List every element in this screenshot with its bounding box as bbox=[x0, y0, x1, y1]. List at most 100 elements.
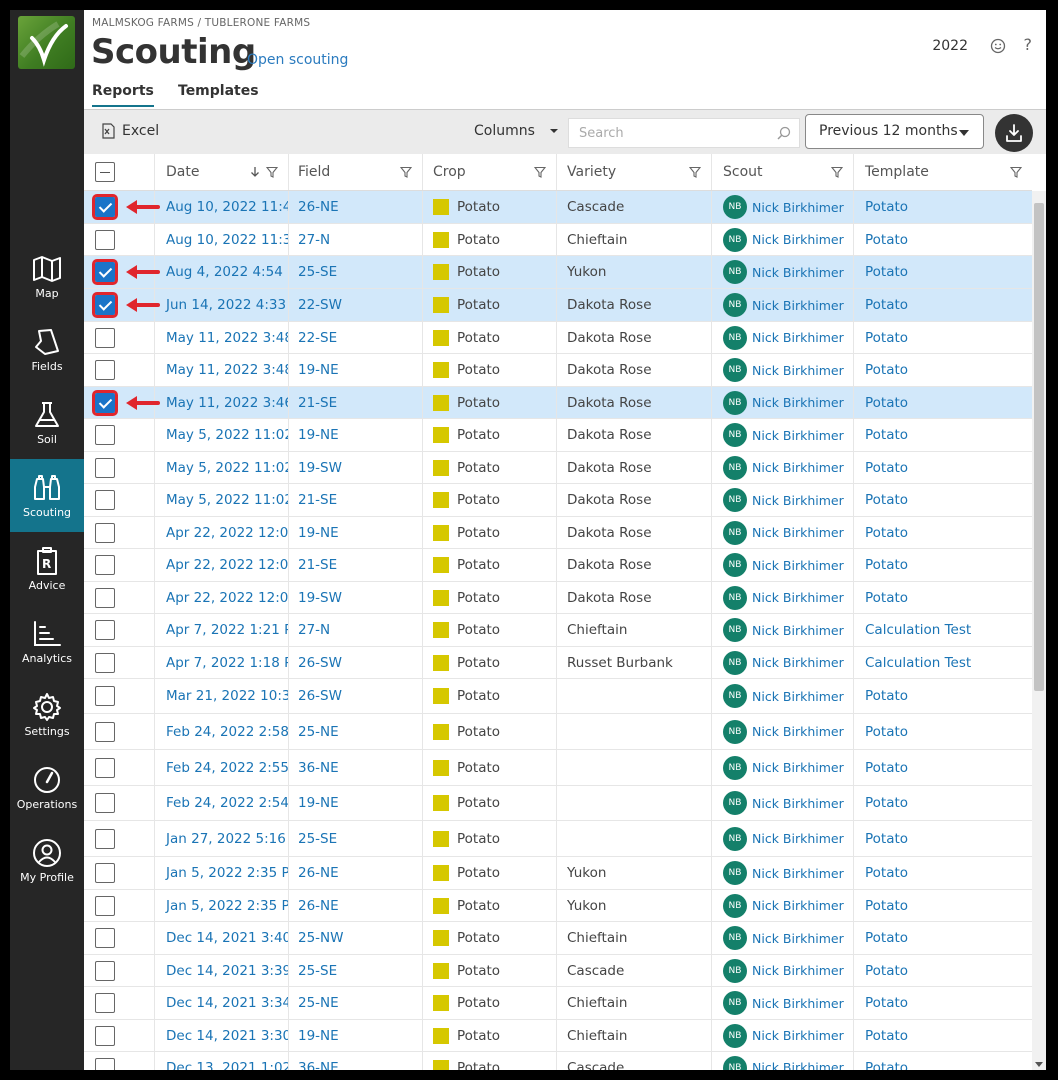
column-header-date[interactable]: Date bbox=[155, 154, 289, 190]
row-checkbox[interactable] bbox=[95, 360, 115, 380]
table-row[interactable]: May 5, 2022 11:02 AM19-SW Potato Dakota Ro… bbox=[84, 452, 1032, 484]
row-field-link[interactable]: 19-NE bbox=[289, 354, 423, 386]
search-icon[interactable] bbox=[777, 126, 791, 140]
tab-templates[interactable]: Templates bbox=[178, 83, 259, 99]
sidebar-item-settings[interactable]: Settings bbox=[10, 678, 84, 751]
row-date-link[interactable]: Feb 24, 2022 2:54 PM bbox=[155, 786, 289, 820]
row-checkbox[interactable] bbox=[95, 327, 115, 348]
row-scout[interactable]: NB Nick Birkhimer bbox=[712, 1020, 854, 1051]
row-scout[interactable]: NB Nick Birkhimer bbox=[712, 714, 854, 749]
row-date-link[interactable]: Apr 7, 2022 1:21 PM bbox=[155, 614, 289, 646]
row-scout[interactable]: NB Nick Birkhimer bbox=[712, 955, 854, 986]
table-row[interactable]: Aug 10, 2022 11:30 AM27-N Potato Chieftain… bbox=[84, 224, 1032, 256]
row-checkbox[interactable] bbox=[95, 1057, 115, 1070]
row-scout[interactable]: NB Nick Birkhimer bbox=[712, 289, 854, 321]
filter-icon[interactable] bbox=[831, 166, 843, 178]
row-template-link[interactable]: Potato bbox=[854, 549, 1032, 581]
table-row[interactable]: May 11, 2022 3:46 PM21-SE Potato Dakota Ro… bbox=[84, 387, 1032, 419]
table-row[interactable]: Dec 14, 2021 3:39 PM25-SEPotatoCascadeNB… bbox=[84, 955, 1032, 987]
row-checkbox[interactable] bbox=[95, 425, 115, 445]
row-checkbox[interactable] bbox=[95, 522, 115, 543]
row-date-link[interactable]: Dec 13, 2021 1:02 PM bbox=[155, 1052, 289, 1070]
scout-name[interactable]: Nick Birkhimer bbox=[752, 298, 844, 313]
row-date-link[interactable]: May 5, 2022 11:02 AM bbox=[155, 484, 289, 516]
row-template-link[interactable]: Potato bbox=[854, 191, 1032, 223]
table-row[interactable]: Aug 4, 2022 4:54 PM25-SE Potato Yukon NB Nic… bbox=[84, 256, 1032, 289]
scout-name[interactable]: Nick Birkhimer bbox=[752, 460, 844, 475]
scout-name[interactable]: Nick Birkhimer bbox=[752, 796, 844, 811]
row-field-link[interactable]: 25-SE bbox=[289, 821, 423, 856]
scout-name[interactable]: Nick Birkhimer bbox=[752, 898, 844, 913]
scout-name[interactable]: Nick Birkhimer bbox=[752, 232, 844, 247]
scout-name[interactable]: Nick Birkhimer bbox=[752, 363, 844, 378]
row-template-link[interactable]: Potato bbox=[854, 387, 1032, 418]
table-row[interactable]: Mar 21, 2022 10:34 AM26-SW Potato NB Nick B… bbox=[84, 679, 1032, 714]
row-template-link[interactable]: Potato bbox=[854, 750, 1032, 785]
sidebar-item-scouting[interactable]: Scouting bbox=[10, 459, 84, 532]
row-field-link[interactable]: 25-NE bbox=[289, 987, 423, 1019]
row-template-link[interactable]: Calculation Test bbox=[854, 614, 1032, 646]
row-template-link[interactable]: Calculation Test bbox=[854, 647, 1032, 678]
search-input[interactable] bbox=[569, 119, 769, 147]
row-date-link[interactable]: Aug 4, 2022 4:54 PM bbox=[155, 256, 289, 288]
sidebar-item-my-profile[interactable]: My Profile bbox=[10, 824, 84, 897]
row-scout[interactable]: NB Nick Birkhimer bbox=[712, 517, 854, 548]
row-template-link[interactable]: Potato bbox=[854, 890, 1032, 921]
row-field-link[interactable]: 27-N bbox=[289, 614, 423, 646]
tab-reports[interactable]: Reports bbox=[92, 83, 154, 107]
table-row[interactable]: Feb 24, 2022 2:55 PM36-NE Potato NB Nick Bi… bbox=[84, 750, 1032, 786]
scout-name[interactable]: Nick Birkhimer bbox=[752, 760, 844, 775]
row-field-link[interactable]: 25-SE bbox=[289, 256, 423, 288]
table-row[interactable]: Apr 7, 2022 1:21 PM27-NPotatoChieftainNB… bbox=[84, 614, 1032, 647]
row-field-link[interactable]: 22-SE bbox=[289, 322, 423, 353]
row-field-link[interactable]: 26-NE bbox=[289, 191, 423, 223]
row-template-link[interactable]: Potato bbox=[854, 1052, 1032, 1071]
scout-name[interactable]: Nick Birkhimer bbox=[752, 963, 844, 978]
table-row[interactable]: Apr 7, 2022 1:18 PM26-SW Potato Russet Bur… bbox=[84, 647, 1032, 679]
sort-down-icon[interactable] bbox=[250, 166, 260, 178]
scout-name[interactable]: Nick Birkhimer bbox=[752, 265, 844, 280]
scrollbar-thumb[interactable] bbox=[1034, 203, 1044, 691]
row-checkbox[interactable] bbox=[92, 292, 118, 318]
row-template-link[interactable]: Potato bbox=[854, 517, 1032, 548]
row-scout[interactable]: NB Nick Birkhimer bbox=[712, 322, 854, 353]
column-header-crop[interactable]: Crop bbox=[423, 154, 557, 190]
row-scout[interactable]: NB Nick Birkhimer bbox=[712, 191, 854, 223]
row-scout[interactable]: NB Nick Birkhimer bbox=[712, 452, 854, 483]
row-template-link[interactable]: Potato bbox=[854, 354, 1032, 386]
table-row[interactable]: Apr 22, 2022 12:03 PM19-SW Potato Dakota R… bbox=[84, 582, 1032, 614]
row-template-link[interactable]: Potato bbox=[854, 679, 1032, 713]
excel-export-button[interactable]: Excel bbox=[100, 123, 159, 139]
column-header-template[interactable]: Template bbox=[854, 154, 1032, 190]
row-scout[interactable]: NB Nick Birkhimer bbox=[712, 890, 854, 921]
filter-icon[interactable] bbox=[266, 166, 278, 178]
table-row[interactable]: Dec 14, 2021 3:34 PM25-NE Potato Chieftain… bbox=[84, 987, 1032, 1020]
row-date-link[interactable]: Mar 21, 2022 10:34 AM bbox=[155, 679, 289, 713]
row-template-link[interactable]: Potato bbox=[854, 714, 1032, 749]
column-header-scout[interactable]: Scout bbox=[712, 154, 854, 190]
row-field-link[interactable]: 22-SW bbox=[289, 289, 423, 321]
table-row[interactable]: Dec 14, 2021 3:40 PM25-NW Potato Chieftain… bbox=[84, 922, 1032, 955]
row-field-link[interactable]: 25-NE bbox=[289, 714, 423, 749]
row-field-link[interactable]: 19-NE bbox=[289, 517, 423, 548]
table-row[interactable]: May 5, 2022 11:02 AM19-NE Potato Dakota Ro… bbox=[84, 419, 1032, 452]
row-template-link[interactable]: Potato bbox=[854, 484, 1032, 516]
row-date-link[interactable]: Jan 27, 2022 5:16 PM bbox=[155, 821, 289, 856]
table-row[interactable]: May 11, 2022 3:48 PM19-NE Potato Dakota Ro… bbox=[84, 354, 1032, 387]
row-checkbox[interactable] bbox=[95, 828, 115, 849]
row-date-link[interactable]: Jun 14, 2022 4:33 PM bbox=[155, 289, 289, 321]
row-checkbox[interactable] bbox=[92, 259, 118, 285]
row-scout[interactable]: NB Nick Birkhimer bbox=[712, 647, 854, 678]
table-row[interactable]: Feb 24, 2022 2:54 PM19-NE Potato NB Nick Bi… bbox=[84, 786, 1032, 821]
app-logo[interactable] bbox=[18, 16, 75, 69]
row-template-link[interactable]: Potato bbox=[854, 419, 1032, 451]
scout-name[interactable]: Nick Birkhimer bbox=[752, 655, 844, 670]
row-date-link[interactable]: Feb 24, 2022 2:55 PM bbox=[155, 750, 289, 785]
table-row[interactable]: Dec 13, 2021 1:02 PM36-NEPotatoCascadeNB… bbox=[84, 1052, 1032, 1070]
scroll-down-arrow-icon[interactable] bbox=[1035, 1062, 1043, 1067]
row-scout[interactable]: NB Nick Birkhimer bbox=[712, 987, 854, 1019]
scout-name[interactable]: Nick Birkhimer bbox=[752, 996, 844, 1011]
row-date-link[interactable]: Dec 14, 2021 3:34 PM bbox=[155, 987, 289, 1019]
sidebar-item-fields[interactable]: Fields bbox=[10, 313, 84, 386]
table-row[interactable]: Apr 22, 2022 12:03 PM21-SE Potato Dakota R… bbox=[84, 549, 1032, 582]
